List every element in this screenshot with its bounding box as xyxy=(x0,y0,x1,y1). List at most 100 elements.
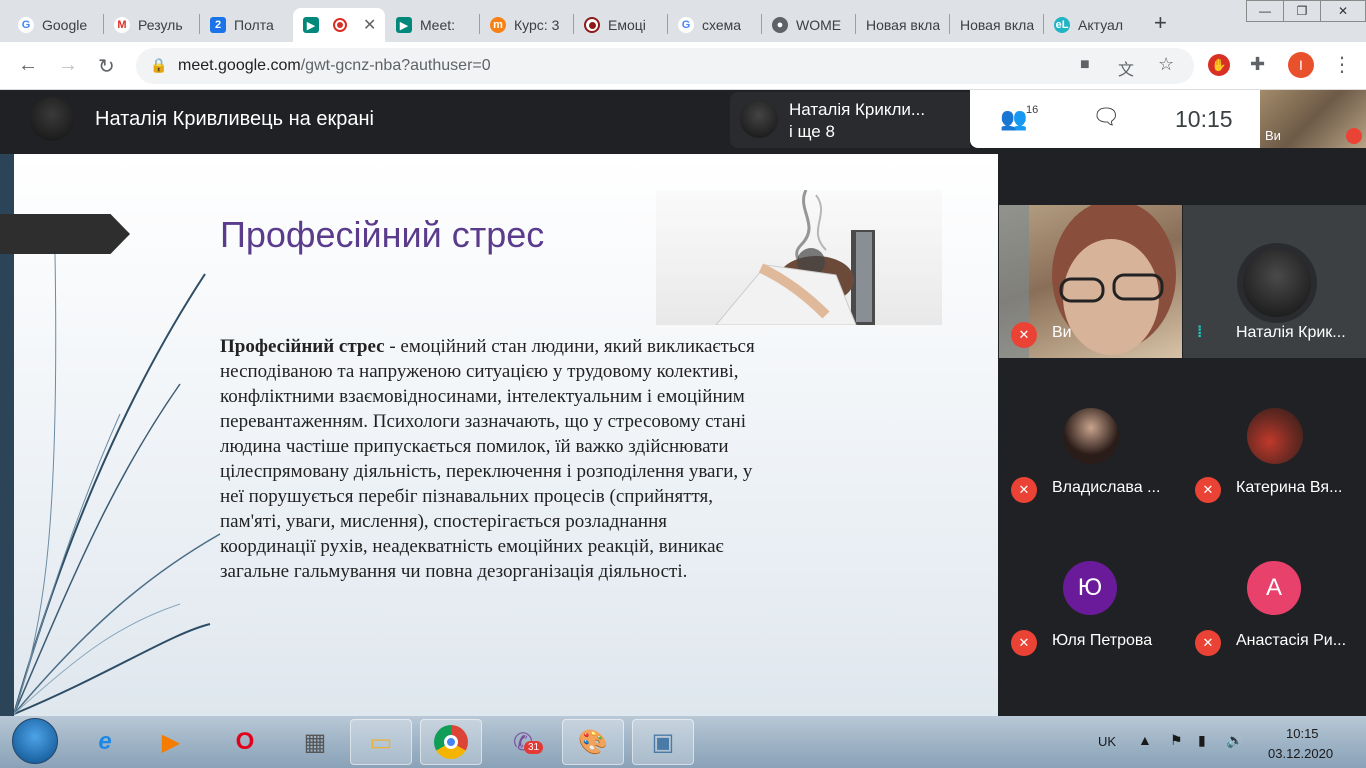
network-icon[interactable]: ▮ xyxy=(1198,732,1206,749)
clock-date[interactable]: 03.12.2020 xyxy=(1268,746,1333,761)
meet-top-bar: Наталія Кривливець на екрані Наталія Кри… xyxy=(0,90,1366,148)
gmail-icon: M xyxy=(114,17,130,33)
people-count: 16 xyxy=(1026,104,1039,116)
media-player-icon[interactable]: ▶ xyxy=(140,719,202,765)
url-path: /gwt-gcnz-nba?authuser=0 xyxy=(300,57,491,74)
file-explorer-icon[interactable]: ▭ xyxy=(350,719,412,765)
calculator-icon[interactable]: ▦ xyxy=(284,719,346,765)
tab-label: Резуль xyxy=(138,17,183,33)
people-icon[interactable]: 👥 xyxy=(1000,106,1027,132)
close-window-icon[interactable]: ✕ xyxy=(1320,0,1366,22)
minimize-icon[interactable]: — xyxy=(1246,0,1284,22)
tab-new-1[interactable]: Новая вкла xyxy=(856,8,948,42)
slide-body-term: Професійний стрес xyxy=(220,336,385,357)
mic-off-icon: ✕ xyxy=(1011,630,1037,656)
language-indicator[interactable]: UK xyxy=(1098,734,1116,749)
tab-meet[interactable]: ▶ Meet: xyxy=(386,8,478,42)
participant-name: Наталія Крик... xyxy=(1236,324,1346,341)
url-text[interactable]: meet.google.com/gwt-gcnz-nba?authuser=0 xyxy=(178,57,491,75)
participant-tile-self[interactable]: ✕ Ви xyxy=(999,205,1182,358)
tab-gmail[interactable]: M Резуль xyxy=(104,8,198,42)
stress-illustration xyxy=(656,190,942,325)
slide-title: Професійний стрес xyxy=(220,214,545,255)
paint-icon[interactable]: 🎨 xyxy=(562,719,624,765)
clock-time[interactable]: 10:15 xyxy=(1286,726,1319,741)
ublock-icon[interactable]: ✋ xyxy=(1208,54,1230,76)
opera-icon[interactable]: O xyxy=(214,719,276,765)
tab-label: схема xyxy=(702,17,742,33)
el-icon: eL xyxy=(1054,17,1070,33)
tab-emotions[interactable]: Емоці xyxy=(574,8,666,42)
reload-icon[interactable]: ↻ xyxy=(98,54,115,79)
photo-viewer-icon[interactable]: ▣ xyxy=(632,719,694,765)
participant-tile-natalia[interactable]: ⁞ Наталія Крик... xyxy=(1183,205,1366,358)
slide-body-text: Професійний стрес - емоційний стан людин… xyxy=(220,334,760,584)
participant-name: Анастасія Ри... xyxy=(1236,632,1347,649)
menu-icon[interactable]: ⋮ xyxy=(1332,52,1352,77)
avatar xyxy=(1063,408,1119,464)
star-icon[interactable]: ☆ xyxy=(1158,54,1174,75)
presenting-card[interactable]: Наталія Крикли... і ще 8 xyxy=(730,92,970,148)
tab-wome[interactable]: ● WOME xyxy=(762,8,854,42)
address-bar[interactable]: 🔒 meet.google.com/gwt-gcnz-nba?authuser=… xyxy=(136,48,1194,84)
meet-controls: 👥 16 🗨 10:15 xyxy=(970,90,1260,148)
chat-icon[interactable]: 🗨 xyxy=(1092,104,1120,130)
internet-explorer-icon[interactable]: e xyxy=(74,719,136,765)
participant-name: Владислава ... xyxy=(1052,479,1161,496)
start-button[interactable] xyxy=(12,718,58,764)
avatar xyxy=(740,100,778,138)
google-icon: G xyxy=(678,17,694,33)
viber-icon[interactable]: ✆ 31 xyxy=(492,719,554,765)
avatar: А xyxy=(1247,561,1301,615)
presenting-name: Наталія Крикли... xyxy=(789,100,926,119)
tab-google[interactable]: G Google xyxy=(8,8,102,42)
globe-icon: ● xyxy=(772,17,788,33)
participant-tile-anastasia[interactable]: А ✕ Анастасія Ри... xyxy=(1183,513,1366,666)
browser-tab-strip: G Google M Резуль 2 Полта ▶ ✕ ▶ Meet: m … xyxy=(0,0,1366,42)
mic-off-icon xyxy=(1346,128,1362,144)
tab-meet-active[interactable]: ▶ ✕ xyxy=(293,8,385,42)
tab-calendar[interactable]: 2 Полта xyxy=(200,8,292,42)
tab-aktual[interactable]: eL Актуал xyxy=(1044,8,1136,42)
back-icon[interactable]: ← xyxy=(18,54,38,77)
participant-tile-kateryna[interactable]: ✕ Катерина Вя... xyxy=(1183,360,1366,513)
presenter-avatar xyxy=(30,97,74,141)
tab-label: Google xyxy=(42,17,88,33)
lock-icon[interactable]: 🔒 xyxy=(150,57,167,74)
viber-badge: 31 xyxy=(524,741,544,754)
participant-name: Юля Петрова xyxy=(1052,632,1153,649)
tray-up-arrow-icon[interactable]: ▲ xyxy=(1138,732,1152,748)
moodle-icon: m xyxy=(490,17,506,33)
close-tab-icon[interactable]: ✕ xyxy=(363,15,376,35)
tab-label: Meet: xyxy=(420,17,456,33)
tab-schema[interactable]: G схема xyxy=(668,8,760,42)
restore-icon[interactable]: ❐ xyxy=(1283,0,1321,22)
avatar xyxy=(1237,243,1317,323)
browser-toolbar: ← → ↻ 🔒 meet.google.com/gwt-gcnz-nba?aut… xyxy=(0,42,1366,90)
mic-off-icon: ✕ xyxy=(1195,630,1221,656)
flag-icon[interactable]: ⚑ xyxy=(1170,732,1183,749)
tab-moodle[interactable]: m Курс: 3 xyxy=(480,8,572,42)
participant-name: Катерина Вя... xyxy=(1236,479,1343,496)
participant-tile-yulia[interactable]: Ю ✕ Юля Петрова xyxy=(999,513,1182,666)
tab-label: Актуал xyxy=(1078,17,1123,33)
forward-icon[interactable]: → xyxy=(58,54,78,77)
new-tab-button[interactable]: + xyxy=(1154,10,1167,36)
tab-label: WOME xyxy=(796,17,842,33)
profile-avatar[interactable]: I xyxy=(1288,52,1314,78)
extensions-icon[interactable]: ✚ xyxy=(1250,54,1265,75)
chrome-icon[interactable] xyxy=(420,719,482,765)
camera-icon[interactable]: ■ xyxy=(1080,56,1090,74)
slide-body-definition: - емоційний стан людини, який викликаєть… xyxy=(220,336,755,582)
presenter-title: Наталія Кривливець на екрані xyxy=(95,108,374,130)
participant-tile-vladyslava[interactable]: ✕ Владислава ... xyxy=(999,360,1182,513)
tab-new-2[interactable]: Новая вкла xyxy=(950,8,1042,42)
url-host: meet.google.com xyxy=(178,57,301,74)
volume-icon[interactable]: 🔊 xyxy=(1226,732,1243,749)
tab-label: Новая вкла xyxy=(960,17,1035,33)
self-view-thumbnail[interactable]: Ви xyxy=(1260,90,1366,148)
speaking-indicator-icon: ⁞ xyxy=(1197,324,1203,341)
tab-label: Полта xyxy=(234,17,274,33)
presented-slide: Професійний стрес Професійний стрес - ем… xyxy=(0,154,998,716)
translate-icon[interactable]: 文 xyxy=(1118,56,1134,80)
